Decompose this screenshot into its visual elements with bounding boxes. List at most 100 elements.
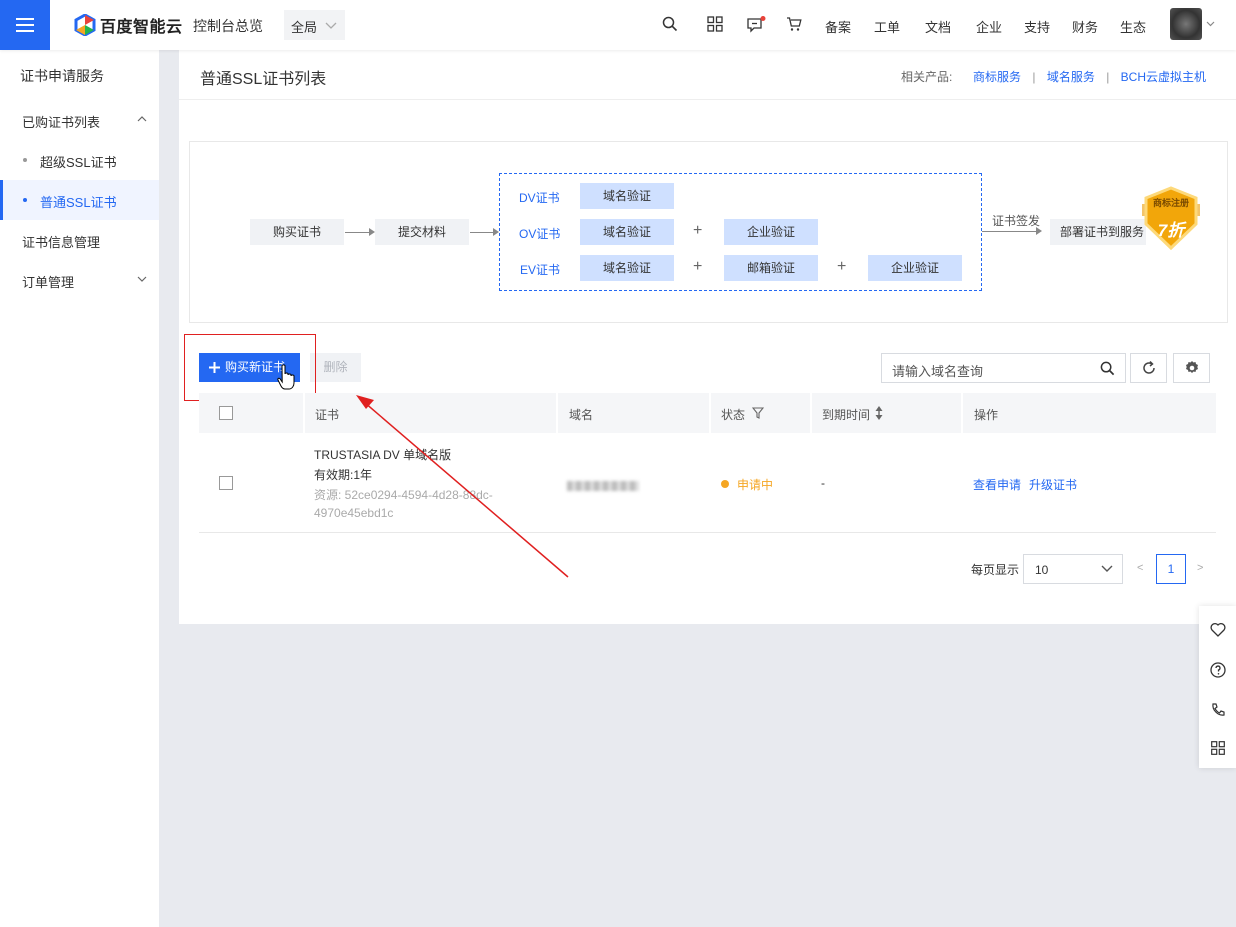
cert-resource-id-cont: 4970e45ebd1c (314, 506, 394, 520)
cert-name: TRUSTASIA DV 单域名版 (314, 448, 452, 462)
column-expiry: 到期时间 (822, 408, 871, 422)
apps-grid-button[interactable] (1199, 728, 1236, 768)
column-divider (709, 393, 711, 433)
view-application-link[interactable]: 查看申请 (973, 476, 1021, 493)
ev-domain-verify: 域名验证 (580, 255, 674, 281)
nav-finance[interactable]: 财务 (1072, 17, 1098, 36)
column-status: 状态 (721, 408, 746, 422)
filter-icon[interactable] (752, 407, 764, 419)
feedback-heart-button[interactable] (1199, 609, 1236, 649)
ov-cert-label: OV证书 (519, 227, 561, 241)
flow-arrow (470, 232, 493, 233)
column-divider (961, 393, 963, 433)
nav-docs[interactable]: 文档 (925, 17, 951, 36)
help-button[interactable] (1199, 650, 1236, 690)
user-avatar[interactable] (1170, 8, 1202, 40)
sidebar-item-label: 超级SSL证书 (40, 155, 117, 170)
cert-validity: 有效期:1年 (314, 468, 373, 482)
column-divider (303, 393, 305, 433)
nav-support[interactable]: 支持 (1024, 17, 1050, 36)
chevron-down-icon (1101, 565, 1113, 572)
phone-contact-button[interactable] (1199, 690, 1236, 730)
trademark-promo-badge[interactable]: 商标注册 7折 (1140, 186, 1202, 252)
domain-value-redacted (567, 481, 639, 491)
ov-domain-verify: 域名验证 (580, 219, 674, 245)
search-icon[interactable] (662, 16, 678, 32)
badge-line-2: 7折 (1157, 221, 1185, 240)
nav-enterprise[interactable]: 企业 (976, 17, 1002, 36)
related-link-trademark[interactable]: 商标服务 (973, 70, 1021, 84)
hamburger-menu-button[interactable] (0, 0, 50, 50)
column-cert: 证书 (315, 408, 340, 422)
ev-email-verify: 邮箱验证 (724, 255, 818, 281)
message-icon[interactable] (746, 16, 766, 33)
flow-issue-label: 证书签发 (992, 214, 1041, 228)
ev-cert-label: EV证书 (520, 263, 561, 277)
domain-search-input[interactable]: 请输入域名查询 (881, 353, 1126, 383)
sidebar-item-purchased-certs[interactable]: 已购证书列表 (0, 100, 159, 140)
chevron-down-icon[interactable] (1206, 21, 1215, 27)
page-title: 普通SSL证书列表 (200, 71, 327, 88)
related-link-bch[interactable]: BCH云虚拟主机 (1121, 70, 1206, 84)
column-actions: 操作 (974, 408, 999, 422)
related-link-domain[interactable]: 域名服务 (1047, 70, 1095, 84)
delete-button[interactable]: 删除 (310, 353, 361, 382)
sidebar-item-cert-info[interactable]: 证书信息管理 (0, 220, 159, 260)
badge-line-1: 商标注册 (1152, 198, 1189, 208)
flow-arrow (982, 231, 1036, 232)
sidebar-title: 证书申请服务 (20, 68, 104, 84)
expiry-value: - (821, 476, 825, 490)
gear-icon (1185, 361, 1198, 373)
certificate-process-flow: 购买证书 提交材料 DV证书 域名验证 OV证书 域名验证 + 企业验证 EV证… (189, 141, 1228, 323)
upgrade-cert-link[interactable]: 升级证书 (1029, 476, 1077, 493)
console-overview-link[interactable]: 控制台总览 (193, 16, 263, 36)
settings-button[interactable] (1173, 353, 1210, 383)
sidebar-item-super-ssl[interactable]: 超级SSL证书 (0, 140, 159, 180)
prev-page-button[interactable]: < (1137, 562, 1143, 574)
select-all-checkbox[interactable] (219, 406, 233, 420)
bullet-icon (23, 198, 27, 202)
page-header: 普通SSL证书列表 相关产品: 商标服务 | 域名服务 | BCH云虚拟主机 (179, 50, 1236, 100)
column-divider (810, 393, 812, 433)
nav-tickets[interactable]: 工单 (874, 17, 900, 36)
table-header: 证书 域名 状态 到期时间 操作 (199, 393, 1216, 433)
chevron-down-icon (325, 22, 337, 29)
per-page-select[interactable]: 10 (1023, 554, 1123, 584)
related-products: 相关产品: 商标服务 | 域名服务 | BCH云虚拟主机 (901, 68, 1206, 85)
per-page-value: 10 (1035, 563, 1049, 577)
status-dot-icon (721, 480, 729, 488)
brand-logo[interactable]: 百度智能云 (74, 13, 183, 37)
cert-resource-id: 资源: 52ce0294-4594-4d28-88dc- (314, 488, 493, 502)
grid-apps-icon[interactable] (707, 16, 723, 32)
region-selector[interactable]: 全局 (284, 10, 345, 40)
logo-text: 百度智能云 (100, 19, 183, 36)
dv-domain-verify: 域名验证 (580, 183, 674, 209)
top-navigation-bar: 百度智能云 控制台总览 全局 备案 工单 文档 企业 支持 财务 生态 (0, 0, 1236, 50)
column-divider (556, 393, 558, 433)
page-1-button[interactable]: 1 (1156, 554, 1186, 584)
annotation-highlight-box (184, 334, 316, 401)
sort-icon[interactable] (875, 406, 883, 420)
chevron-up-icon (137, 116, 147, 122)
nav-ecosystem[interactable]: 生态 (1120, 17, 1146, 36)
cart-icon[interactable] (786, 16, 802, 32)
chevron-down-icon (137, 276, 147, 282)
heart-icon (1209, 622, 1226, 637)
per-page-label: 每页显示 (971, 563, 1020, 577)
next-page-button[interactable]: > (1197, 562, 1203, 574)
region-label: 全局 (291, 20, 318, 35)
flow-arrow (345, 232, 369, 233)
row-checkbox[interactable] (219, 476, 233, 490)
baidu-cloud-logo-icon (74, 14, 96, 36)
refresh-button[interactable] (1130, 353, 1167, 383)
sidebar-item-standard-ssl[interactable]: 普通SSL证书 (0, 180, 159, 220)
column-domain: 域名 (569, 408, 594, 422)
ev-company-verify: 企业验证 (868, 255, 962, 281)
sidebar-item-orders[interactable]: 订单管理 (0, 260, 159, 300)
search-icon[interactable] (1100, 361, 1115, 376)
flow-arrowhead (1036, 227, 1042, 235)
plus-icon: + (837, 258, 847, 275)
nav-filing[interactable]: 备案 (825, 17, 851, 36)
flow-step-buy: 购买证书 (250, 219, 344, 245)
question-icon (1209, 662, 1226, 678)
